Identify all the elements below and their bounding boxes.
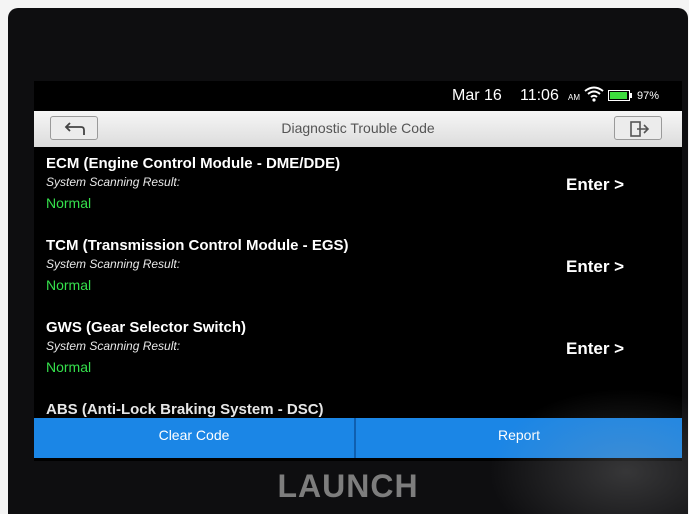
clear-code-button[interactable]: Clear Code xyxy=(34,418,354,458)
module-subtitle: System Scanning Result: xyxy=(46,175,181,189)
list-item[interactable]: ECM (Engine Control Module - DME/DDE) Sy… xyxy=(34,147,682,229)
enter-button[interactable]: Enter > xyxy=(566,339,624,359)
report-button[interactable]: Report xyxy=(356,418,682,458)
module-status: Normal xyxy=(46,277,92,293)
exit-icon xyxy=(630,121,650,137)
screen: Mar 16 11:06 AM 97% Diagnostic Trouble C… xyxy=(34,81,682,461)
module-subtitle: System Scanning Result: xyxy=(46,257,181,271)
list-item[interactable]: TCM (Transmission Control Module - EGS) … xyxy=(34,229,682,311)
battery-tip xyxy=(630,93,632,98)
list-item[interactable]: GWS (Gear Selector Switch) System Scanni… xyxy=(34,311,682,393)
exit-button[interactable] xyxy=(614,116,662,140)
module-name: ECM (Engine Control Module - DME/DDE) xyxy=(46,155,341,172)
page-title: Diagnostic Trouble Code xyxy=(281,120,435,136)
brand-logo: LAUNCH xyxy=(277,468,419,504)
module-status: Normal xyxy=(46,359,92,375)
module-status: Normal xyxy=(46,195,92,211)
module-subtitle: System Scanning Result: xyxy=(46,339,181,353)
status-bar: Mar 16 11:06 AM 97% xyxy=(34,81,682,111)
module-name: ABS (Anti-Lock Braking System - DSC) xyxy=(46,401,324,418)
enter-button[interactable]: Enter > xyxy=(566,257,624,277)
title-bar: Diagnostic Trouble Code xyxy=(34,111,682,147)
device-frame: Mar 16 11:06 AM 97% Diagnostic Trouble C… xyxy=(8,8,688,514)
status-time: 11:06 xyxy=(520,87,559,104)
status-date: Mar 16 xyxy=(452,87,502,104)
module-name: GWS (Gear Selector Switch) xyxy=(46,319,247,336)
wifi-icon xyxy=(584,86,604,107)
battery-percent: 97% xyxy=(637,90,660,102)
enter-button[interactable]: Enter > xyxy=(566,175,624,195)
battery-icon xyxy=(608,90,630,101)
module-list: ECM (Engine Control Module - DME/DDE) Sy… xyxy=(34,147,682,418)
module-name: TCM (Transmission Control Module - EGS) xyxy=(46,237,349,254)
status-ampm: AM xyxy=(568,93,580,102)
action-bar: Clear Code Report xyxy=(34,418,682,458)
